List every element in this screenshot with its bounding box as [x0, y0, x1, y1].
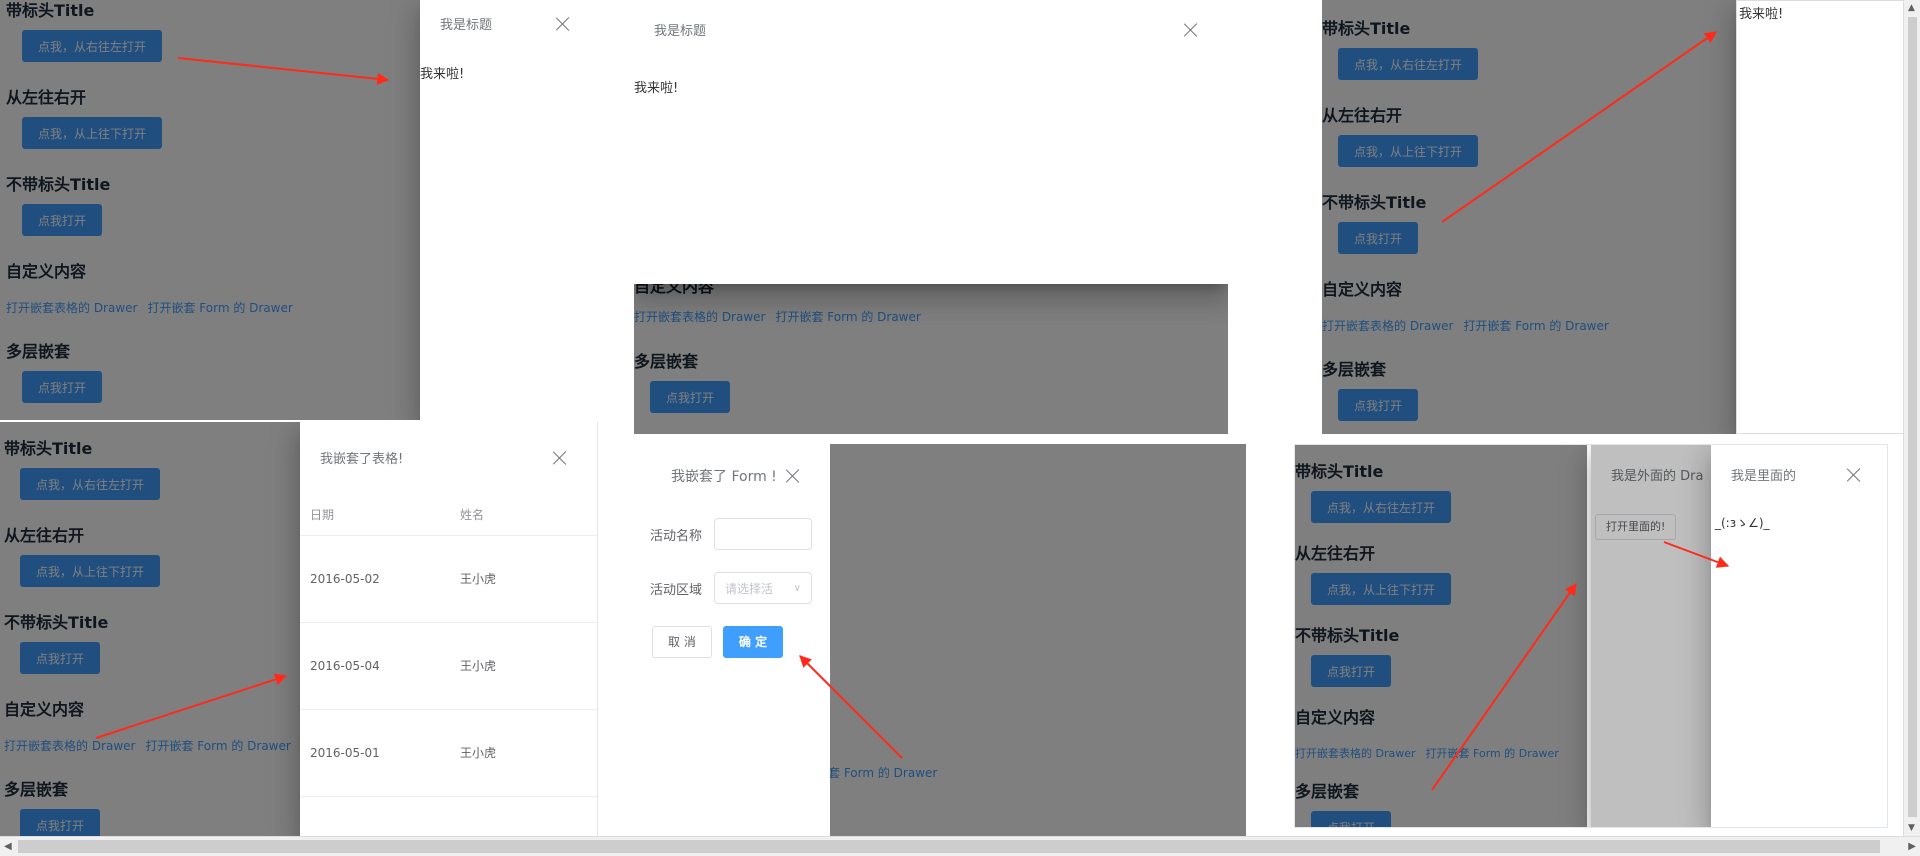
scroll-up-icon[interactable]: ▲	[1908, 3, 1915, 13]
drawer-body: 我来啦!	[634, 81, 679, 96]
drawer-title: 我嵌套了 Form !	[671, 469, 777, 485]
drawer-title: 我是标题	[440, 18, 493, 33]
chevron-down-icon: ∨	[793, 582, 801, 594]
activity-name-input[interactable]	[714, 518, 812, 550]
scrollbar-thumb[interactable]	[1908, 17, 1917, 817]
drawer-overlay[interactable]	[1322, 0, 1758, 434]
drawer-ttb: 我是标题 我来啦!	[634, 0, 1228, 284]
cell-date: 2016-05-04	[300, 622, 450, 710]
inner-overlay[interactable]	[1591, 445, 1711, 827]
drawer-overlay[interactable]	[830, 444, 1246, 836]
drawer-overlay[interactable]	[0, 422, 300, 836]
drawer-overlay[interactable]	[1295, 445, 1587, 827]
confirm-button[interactable]: 确 定	[722, 626, 784, 658]
drawer-form: 我嵌套了 Form ! 活动名称 活动区域 请选择活 ∨ 取 消 确 定	[634, 444, 830, 836]
field-label: 活动名称	[649, 528, 702, 544]
drawer-body: 我来啦!	[1739, 7, 1784, 22]
drawer-body: _(:зゝ∠)_	[1715, 516, 1770, 530]
vertical-scrollbar[interactable]: ▲ ▼	[1903, 0, 1920, 836]
activity-region-select[interactable]: 请选择活 ∨	[714, 572, 812, 604]
panel-ttb: 自定义内容 打开嵌套表格的 Drawer打开嵌套 Form 的 Drawer 多…	[634, 0, 1228, 434]
cell-name: 王小虎	[450, 709, 597, 797]
table-row: 2016-05-01 王小虎	[300, 709, 597, 797]
drawer-table: 我嵌套了表格! 日期 姓名 2016-05-02 王小虎 2016-05-04 王小…	[300, 422, 598, 836]
scroll-right-icon[interactable]: ▶	[1908, 841, 1916, 852]
close-icon[interactable]	[1184, 23, 1198, 37]
scroll-left-icon[interactable]: ◀	[4, 841, 12, 852]
drawer-notitle: 我来啦!	[1736, 0, 1904, 434]
form-actions: 取 消 确 定	[634, 626, 830, 658]
drawer-rtl: 我是标题 我来啦!	[420, 0, 596, 420]
scrollbar-thumb[interactable]	[18, 840, 1880, 853]
field-label: 活动区域	[649, 582, 702, 598]
panel-notitle: 带标头Title点我，从右往左打开 从左往右开点我，从上往下打开 不带标头Tit…	[1322, 0, 1904, 434]
cell-name: 王小虎	[450, 622, 597, 710]
drawer-overlay[interactable]	[0, 0, 420, 420]
panel-table: 带标头Title点我，从右往左打开 从左往右开点我，从上往下打开 不带标头Tit…	[0, 422, 598, 836]
horizontal-scrollbar[interactable]: ◀ ▶	[0, 836, 1920, 856]
form-row-region: 活动区域 请选择活 ∨	[634, 572, 830, 604]
close-icon[interactable]	[786, 469, 800, 483]
cancel-button[interactable]: 取 消	[652, 626, 712, 658]
panel-form: 套 Form 的 Drawer 我嵌套了 Form ! 活动名称 活动区域 请选…	[634, 444, 1246, 836]
panel-rtl: 带标头Title点我，从右往左打开 从左往右开点我，从上往下打开 不带标头Tit…	[0, 0, 596, 420]
drawer-body: 我来啦!	[420, 67, 465, 82]
form-row-name: 活动名称	[634, 518, 830, 550]
cell-name: 王小虎	[450, 535, 597, 623]
nested-table: 日期 姓名 2016-05-02 王小虎 2016-05-04 王小虎 2016-0…	[300, 495, 597, 797]
close-icon[interactable]	[553, 451, 567, 465]
select-placeholder: 请选择活	[725, 581, 774, 596]
table-row: 2016-05-04 王小虎	[300, 622, 597, 710]
drawer-title: 我是里面的	[1731, 469, 1797, 484]
table-header-date: 日期	[300, 495, 450, 536]
drawer-title: 我是标题	[654, 24, 707, 39]
close-icon[interactable]	[1847, 468, 1861, 482]
table-header-name: 姓名	[450, 495, 597, 536]
scroll-down-icon[interactable]: ▼	[1908, 823, 1915, 833]
drawer-inner: 我是里面的 _(:зゝ∠)_	[1711, 445, 1887, 827]
cell-date: 2016-05-01	[300, 709, 450, 797]
drawer-title: 我嵌套了表格!	[320, 452, 404, 467]
close-icon[interactable]	[556, 17, 570, 31]
panel-nested: 带标头Title点我，从右往左打开 从左往右开点我，从上往下打开 不带标头Tit…	[1294, 444, 1888, 828]
table-row: 2016-05-02 王小虎	[300, 535, 597, 623]
cell-date: 2016-05-02	[300, 535, 450, 623]
nested-form: 活动名称 活动区域 请选择活 ∨ 取 消 确 定	[634, 486, 830, 658]
